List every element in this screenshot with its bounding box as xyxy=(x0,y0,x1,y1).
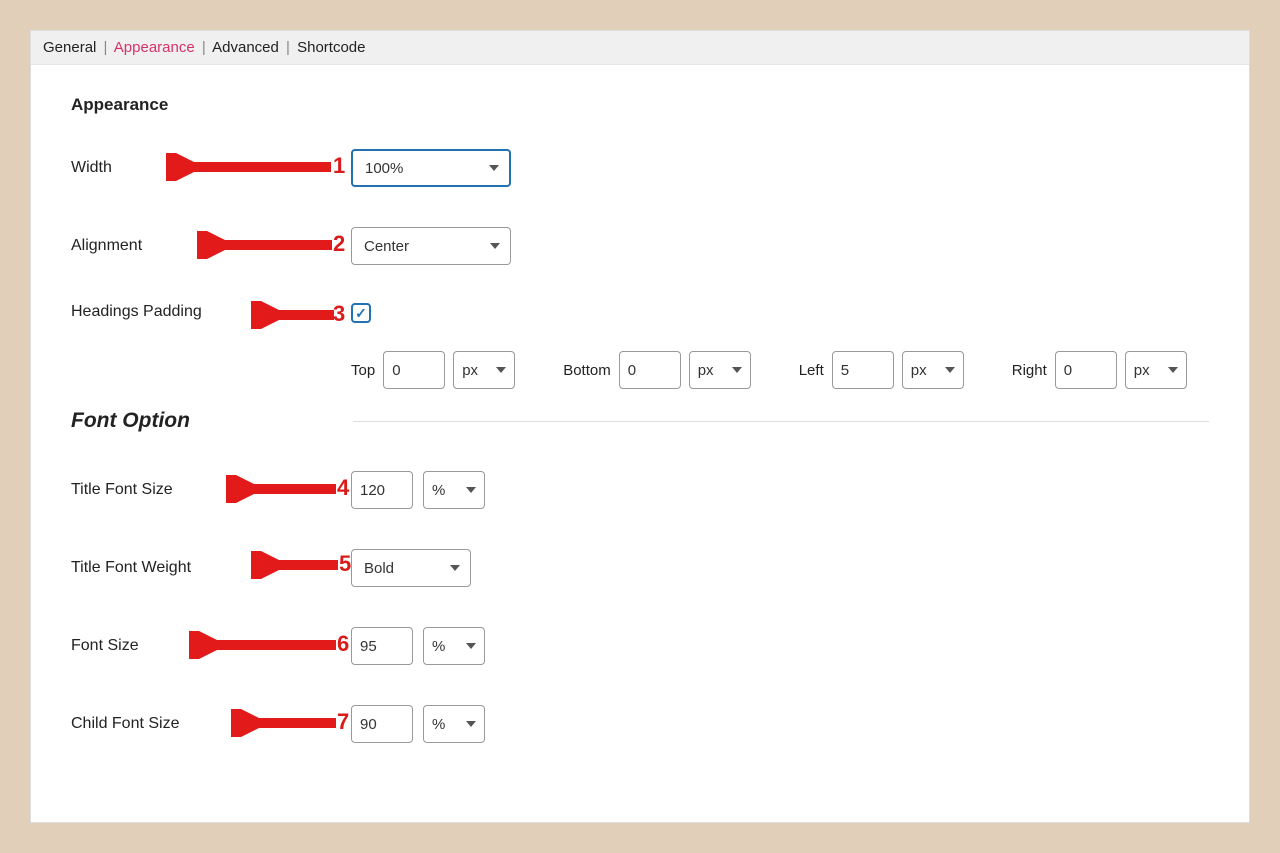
label-title-font-weight: Title Font Weight xyxy=(71,559,351,577)
row-font-size: Font Size 95 % 6 xyxy=(71,625,1209,667)
tab-shortcode[interactable]: Shortcode xyxy=(297,39,365,56)
label-headings-padding: Headings Padding xyxy=(71,303,351,321)
padding-left-unit[interactable]: px xyxy=(902,351,964,389)
tab-separator: | xyxy=(104,39,108,56)
font-size-input[interactable]: 95 xyxy=(351,627,413,665)
padding-right-input[interactable]: 0 xyxy=(1055,351,1117,389)
label-font-size: Font Size xyxy=(71,637,351,655)
row-alignment: Alignment Center 2 xyxy=(71,225,1209,267)
label-padding-left: Left xyxy=(799,362,824,379)
padding-top-input[interactable]: 0 xyxy=(383,351,445,389)
tab-separator: | xyxy=(286,39,290,56)
tab-advanced[interactable]: Advanced xyxy=(212,39,279,56)
section-divider-font: Font Option xyxy=(71,409,1209,433)
label-title-font-size: Title Font Size xyxy=(71,481,351,499)
section-title-font-option: Font Option xyxy=(71,409,341,433)
alignment-select-value: Center xyxy=(364,238,409,255)
chevron-down-icon xyxy=(945,367,955,373)
padding-left-input[interactable]: 5 xyxy=(832,351,894,389)
label-padding-right: Right xyxy=(1012,362,1047,379)
chevron-down-icon xyxy=(466,487,476,493)
title-font-size-input[interactable]: 120 xyxy=(351,471,413,509)
row-width: Width 100% 1 xyxy=(71,147,1209,189)
label-padding-top: Top xyxy=(351,362,375,379)
label-child-font-size: Child Font Size xyxy=(71,715,351,733)
padding-bottom-input[interactable]: 0 xyxy=(619,351,681,389)
tab-general[interactable]: General xyxy=(43,39,96,56)
label-width: Width xyxy=(71,159,351,177)
font-size-unit[interactable]: % xyxy=(423,627,485,665)
tab-separator: | xyxy=(202,39,206,56)
padding-bottom-unit[interactable]: px xyxy=(689,351,751,389)
chevron-down-icon xyxy=(466,643,476,649)
width-select-value: 100% xyxy=(365,160,403,177)
padding-right-group: Right 0 px xyxy=(1012,351,1187,389)
child-font-size-unit[interactable]: % xyxy=(423,705,485,743)
chevron-down-icon xyxy=(732,367,742,373)
padding-right-unit[interactable]: px xyxy=(1125,351,1187,389)
padding-left-group: Left 5 px xyxy=(799,351,964,389)
row-headings-padding: Headings Padding ✓ Top 0 px Bottom 0 px xyxy=(71,303,1209,389)
chevron-down-icon xyxy=(466,721,476,727)
alignment-select[interactable]: Center xyxy=(351,227,511,265)
headings-padding-checkbox[interactable]: ✓ xyxy=(351,303,371,323)
padding-top-group: Top 0 px xyxy=(351,351,515,389)
section-title-appearance: Appearance xyxy=(71,95,1209,115)
chevron-down-icon xyxy=(496,367,506,373)
tab-appearance[interactable]: Appearance xyxy=(114,39,195,56)
child-font-size-input[interactable]: 90 xyxy=(351,705,413,743)
title-font-size-unit[interactable]: % xyxy=(423,471,485,509)
padding-top-unit[interactable]: px xyxy=(453,351,515,389)
divider-line xyxy=(353,421,1209,422)
row-child-font-size: Child Font Size 90 % 7 xyxy=(71,703,1209,745)
title-font-weight-select[interactable]: Bold xyxy=(351,549,471,587)
chevron-down-icon xyxy=(450,565,460,571)
width-select[interactable]: 100% xyxy=(351,149,511,187)
row-title-font-weight: Title Font Weight Bold 5 xyxy=(71,547,1209,589)
settings-panel: General | Appearance | Advanced | Shortc… xyxy=(30,30,1250,823)
chevron-down-icon xyxy=(1168,367,1178,373)
chevron-down-icon xyxy=(489,165,499,171)
tab-bar: General | Appearance | Advanced | Shortc… xyxy=(31,31,1249,65)
row-title-font-size: Title Font Size 120 % 4 xyxy=(71,469,1209,511)
chevron-down-icon xyxy=(490,243,500,249)
label-alignment: Alignment xyxy=(71,237,351,255)
title-font-weight-value: Bold xyxy=(364,560,394,577)
padding-controls: Top 0 px Bottom 0 px Left 5 px xyxy=(351,351,1187,389)
padding-bottom-group: Bottom 0 px xyxy=(563,351,751,389)
content-area: Appearance Width 100% 1 Alignment Center xyxy=(31,65,1249,811)
label-padding-bottom: Bottom xyxy=(563,362,611,379)
